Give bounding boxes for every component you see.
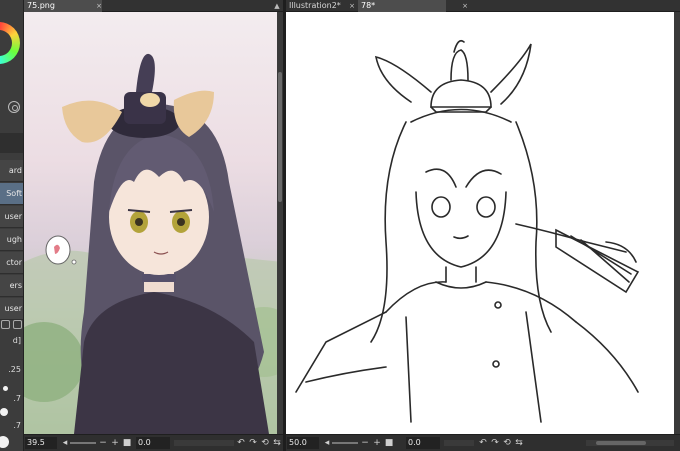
color-wheel-icon[interactable] — [0, 22, 20, 64]
brush-size-value-3[interactable]: .7 — [0, 421, 23, 430]
reset-rotation-icon[interactable]: ⟲ — [260, 437, 270, 449]
zoom-slider-left-icon[interactable]: ◂ — [322, 437, 332, 449]
tab-label: 75.png — [27, 1, 55, 10]
character-illustration — [24, 53, 283, 434]
scroll-up-icon[interactable]: ▲ — [273, 1, 281, 11]
tool-panel: ard Soft user ugh ctor ers user d] .25 .… — [0, 0, 24, 451]
size-dot-large[interactable] — [0, 436, 9, 448]
flip-horizontal-icon[interactable]: ⇆ — [272, 437, 282, 449]
zoom-slider[interactable] — [332, 442, 358, 444]
reset-rotation-icon[interactable]: ⟲ — [502, 437, 512, 449]
tab-close-icon[interactable]: × — [96, 3, 102, 10]
tab-close-icon[interactable]: × — [349, 3, 355, 10]
brush-item-user[interactable]: user — [0, 206, 23, 228]
tab-bar-left: 75.png × ▲ — [24, 0, 283, 12]
zoom-out-button[interactable]: − — [98, 437, 108, 449]
tab-close-icon[interactable]: × — [462, 3, 468, 10]
artwork-colored[interactable] — [24, 12, 283, 434]
brush-item-ard[interactable]: ard — [0, 160, 23, 182]
horizontal-scrollbar[interactable] — [586, 440, 674, 446]
canvas-view-left: 75.png × ▲ 39.5 ◂ − + ■ 0.0 ↶ ↷ ⟲ ⇆ — [24, 0, 283, 451]
new-brush-icon[interactable] — [1, 320, 10, 329]
wheel-settings-icon[interactable] — [8, 101, 20, 113]
status-bar-right: 50.0 ◂ − + ■ 0.0 ↶ ↷ ⟲ ⇆ — [286, 434, 680, 451]
tab-label: 78* — [361, 1, 376, 10]
rotation-slider[interactable] — [444, 440, 474, 446]
rotate-left-icon[interactable]: ↶ — [236, 437, 246, 449]
zoom-in-button[interactable]: + — [110, 437, 120, 449]
tab-illustration2[interactable]: Illustration2* — [286, 0, 358, 12]
fit-view-icon[interactable]: ■ — [384, 437, 394, 449]
rotation-slider[interactable] — [174, 440, 234, 446]
rotate-left-icon[interactable]: ↶ — [478, 437, 488, 449]
tab-bar-right: Illustration2* × 78* × — [286, 0, 680, 12]
artwork-sketch[interactable] — [286, 12, 680, 434]
color-wheel-center — [0, 30, 12, 56]
brush-item-ctor[interactable]: ctor — [0, 252, 23, 274]
canvas-view-right: Illustration2* × 78* × 50.0 ◂ − + ■ 0.0 … — [286, 0, 680, 451]
brush-item-ugh[interactable]: ugh — [0, 229, 23, 251]
vertical-scrollbar-right[interactable] — [674, 12, 680, 434]
tab-75-png[interactable]: 75.png — [24, 0, 102, 12]
rotate-right-icon[interactable]: ↷ — [490, 437, 500, 449]
zoom-input[interactable]: 50.0 — [287, 437, 319, 449]
rotation-angle-input[interactable]: 0.0 — [406, 437, 440, 449]
zoom-out-button[interactable]: − — [360, 437, 370, 449]
tab-78[interactable]: 78* — [358, 0, 446, 12]
brush-item-user-2[interactable]: user — [0, 298, 23, 320]
fit-view-icon[interactable]: ■ — [122, 437, 132, 449]
rotation-angle-input[interactable]: 0.0 — [136, 437, 170, 449]
scroll-thumb[interactable] — [278, 72, 282, 202]
tab-label: Illustration2* — [289, 1, 341, 10]
status-bar-left: 39.5 ◂ − + ■ 0.0 ↶ ↷ ⟲ ⇆ — [24, 434, 283, 451]
zoom-in-button[interactable]: + — [372, 437, 382, 449]
size-dot-medium[interactable] — [0, 408, 8, 416]
zoom-input[interactable]: 39.5 — [25, 437, 57, 449]
brush-size-value-1[interactable]: .25 — [0, 365, 23, 374]
app-window: ard Soft user ugh ctor ers user d] .25 .… — [0, 0, 680, 451]
delete-brush-icon[interactable] — [13, 320, 22, 329]
brush-field-label: d] — [12, 336, 21, 345]
h-scroll-thumb[interactable] — [596, 441, 646, 445]
zoom-slider[interactable] — [70, 442, 96, 444]
brush-size-value-2[interactable]: .7 — [0, 394, 23, 403]
line-sketch-illustration — [295, 39, 640, 423]
brush-item-ers[interactable]: ers — [0, 275, 23, 297]
zoom-slider-left-icon[interactable]: ◂ — [60, 437, 70, 449]
brush-item-soft[interactable]: Soft — [0, 183, 23, 205]
panel-divider — [0, 133, 23, 153]
rotate-right-icon[interactable]: ↷ — [248, 437, 258, 449]
size-dot-small[interactable] — [3, 386, 8, 391]
flip-horizontal-icon[interactable]: ⇆ — [514, 437, 524, 449]
